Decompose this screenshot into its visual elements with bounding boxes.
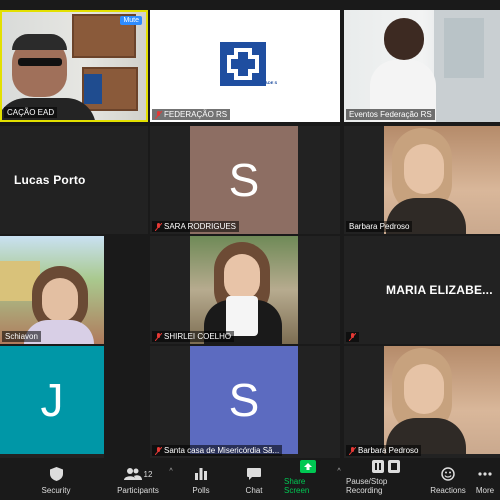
participant-name: FEDERAÇÃO RS (152, 109, 231, 120)
logo-caption: ENTIDADE S (253, 80, 278, 85)
pause-stop-icon (372, 458, 400, 474)
participant-name (346, 332, 359, 342)
muted-mic-icon (349, 446, 356, 455)
video-tile-eventos-federacao[interactable]: Eventos Federação RS (344, 10, 500, 122)
muted-mic-icon (155, 332, 162, 341)
participant-name: Barbara Pedroso (346, 445, 422, 456)
more-dots-icon (478, 465, 492, 483)
participant-name: SHIRLEI COELHO (152, 331, 235, 342)
participant-video (190, 236, 298, 344)
avatar: S (190, 346, 298, 454)
video-tile-schiavon[interactable]: Schiavon (0, 236, 104, 344)
participant-video (2, 12, 146, 120)
participants-button[interactable]: 12 Participants (112, 458, 164, 500)
video-tile-cacao-ead[interactable]: Mute CAÇÃO EAD (0, 10, 148, 122)
participant-display-name: MARIA ELIZABE... (386, 283, 493, 297)
video-tile-barbara-pedroso-1[interactable]: Barbara Pedroso (344, 126, 500, 234)
participants-caret[interactable]: ^ (164, 458, 178, 500)
chat-icon (247, 465, 261, 483)
participant-name: Eventos Federação RS (346, 109, 435, 120)
mute-button[interactable]: Mute (120, 16, 142, 25)
muted-mic-icon (349, 333, 356, 341)
participant-name: Barbara Pedroso (346, 221, 413, 232)
smiley-icon (441, 465, 455, 483)
polls-icon (195, 465, 207, 483)
meeting-toolbar: Security 12 Participants ^ Polls Chat Sh… (0, 458, 500, 500)
video-tile-sara-rodrigues[interactable]: S SARA RODRIGUES (150, 126, 340, 234)
record-button[interactable]: Pause/Stop Recording (346, 458, 426, 500)
avatar: J (0, 346, 104, 454)
participant-name: Santa casa de Misericórdia Sã... (152, 445, 283, 456)
share-screen-button[interactable]: Share Screen (284, 458, 332, 500)
participant-video (344, 10, 500, 122)
participants-icon: 12 (123, 465, 153, 483)
share-caret[interactable]: ^ (332, 458, 346, 500)
video-tile-lucas-porto[interactable]: Lucas Porto (0, 126, 148, 234)
chat-button[interactable]: Chat (224, 458, 284, 500)
video-tile-j[interactable]: J (0, 346, 104, 458)
reactions-button[interactable]: Reactions (426, 458, 470, 500)
participant-name: Schiavon (2, 331, 41, 342)
video-tile-shirlei-coelho[interactable]: SHIRLEI COELHO (150, 236, 340, 344)
chevron-up-icon: ^ (337, 468, 341, 475)
video-tile-barbara-pedroso-2[interactable]: Barbara Pedroso (344, 346, 500, 458)
video-tile-federacao-rs[interactable]: ENTIDADE S FEDERAÇÃO RS (150, 10, 340, 122)
participant-video (384, 346, 500, 454)
video-grid: Mute CAÇÃO EAD ENTIDADE S FEDERAÇÃO RS E… (0, 0, 500, 458)
participant-video (0, 236, 104, 344)
muted-mic-icon (155, 110, 162, 119)
participant-video (384, 126, 500, 234)
share-screen-icon (300, 458, 316, 474)
muted-mic-icon (155, 446, 162, 455)
avatar: S (190, 126, 298, 234)
more-button[interactable]: More (470, 458, 500, 500)
participant-name: SARA RODRIGUES (152, 221, 240, 232)
chevron-up-icon: ^ (169, 468, 173, 475)
muted-mic-icon (155, 222, 162, 231)
security-button[interactable]: Security (0, 458, 112, 500)
video-tile-maria-elizabeth[interactable]: MARIA ELIZABE... (344, 236, 500, 344)
video-tile-santa-casa[interactable]: S Santa casa de Misericórdia Sã... (150, 346, 340, 458)
participant-display-name: Lucas Porto (14, 173, 86, 187)
polls-button[interactable]: Polls (178, 458, 224, 500)
participants-count: 12 (143, 469, 153, 479)
participant-name: CAÇÃO EAD (4, 107, 58, 118)
shield-icon (49, 465, 63, 483)
